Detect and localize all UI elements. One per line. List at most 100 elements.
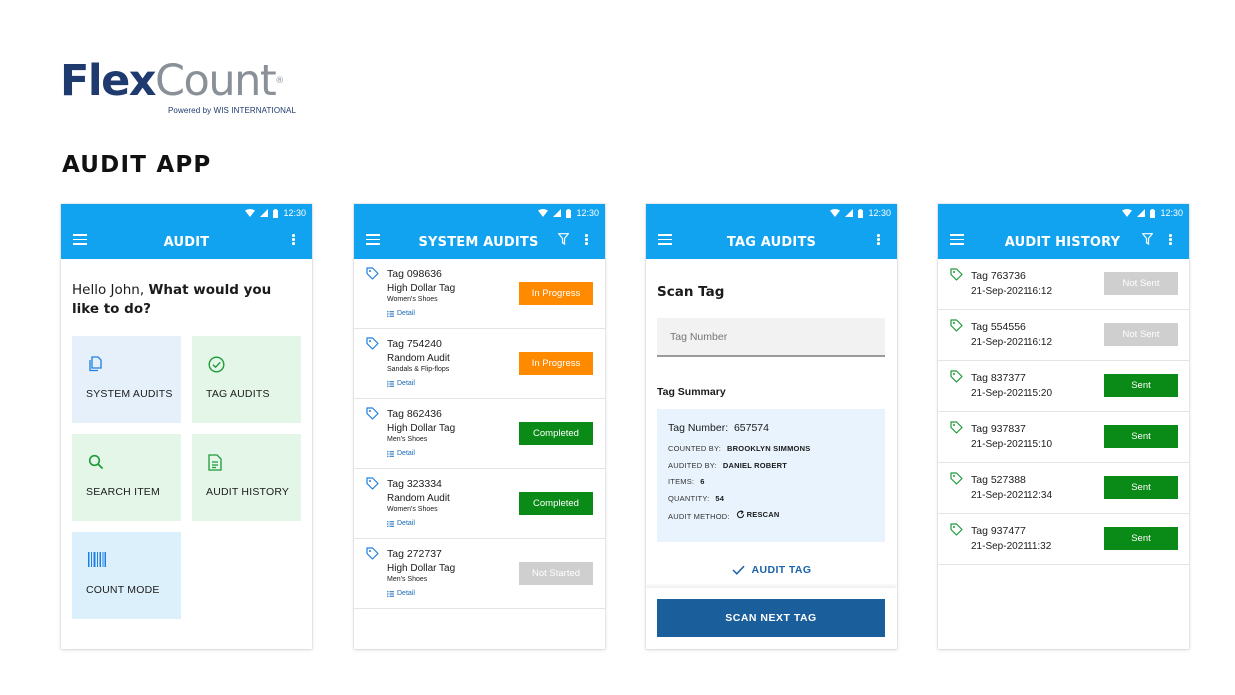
menu-icon[interactable] — [366, 234, 380, 246]
document-list-icon — [208, 454, 222, 471]
detail-label: Detail — [397, 520, 415, 527]
list-item[interactable]: Tag 837377 21-Sep-2021 15:20 Sent — [938, 361, 1189, 412]
detail-link[interactable]: Detail — [387, 310, 415, 317]
tag-number: Tag 754240 — [387, 338, 442, 350]
greeting-text: Hello John, What would you like to do? — [72, 281, 282, 319]
list-detail-icon — [387, 450, 394, 457]
audit-date: 21-Sep-2021 — [971, 439, 1029, 450]
detail-link[interactable]: Detail — [387, 520, 415, 527]
tile-label: AUDIT HISTORY — [206, 486, 290, 498]
tile-search-item[interactable]: SEARCH ITEM — [72, 434, 181, 521]
tag-summary-card: Tag Number: 657574 COUNTED BY: BROOKLYN S… — [657, 409, 885, 542]
audit-name: High Dollar Tag — [387, 563, 456, 574]
audit-category: Women's Shoes — [387, 506, 438, 513]
audit-time: 15:20 — [1027, 388, 1053, 399]
audit-category: Men's Shoes — [387, 436, 428, 443]
tile-label: COUNT MODE — [86, 584, 160, 596]
status-time: 12:30 — [1160, 208, 1183, 218]
detail-link[interactable]: Detail — [387, 450, 415, 457]
audit-name: Random Audit — [387, 353, 450, 364]
list-item[interactable]: Tag 937477 21-Sep-2021 11:32 Sent — [938, 514, 1189, 565]
tile-label: TAG AUDITS — [206, 388, 270, 400]
more-options-icon[interactable] — [1169, 234, 1173, 246]
detail-link[interactable]: Detail — [387, 590, 415, 597]
detail-link[interactable]: Detail — [387, 380, 415, 387]
list-item[interactable]: Tag 763736 21-Sep-2021 16:12 Not Sent — [938, 259, 1189, 310]
audit-method-value: RESCAN — [736, 510, 780, 519]
wifi-icon — [1122, 209, 1133, 217]
audit-time: 15:10 — [1027, 439, 1053, 450]
audit-method-row: AUDIT METHOD: RESCAN — [668, 510, 780, 521]
list-item[interactable]: Tag 098636 High Dollar Tag Women's Shoes… — [354, 259, 605, 329]
detail-label: Detail — [397, 590, 415, 597]
list-item[interactable]: Tag 527388 21-Sep-2021 12:34 Sent — [938, 463, 1189, 514]
screen-title: AUDIT HISTORY — [1004, 235, 1121, 250]
battery-icon — [1150, 208, 1156, 218]
quantity-label: QUANTITY: — [668, 494, 710, 503]
tag-icon — [366, 547, 379, 560]
more-options-icon[interactable] — [877, 234, 881, 246]
list-item[interactable]: Tag 937837 21-Sep-2021 15:10 Sent — [938, 412, 1189, 463]
list-item[interactable]: Tag 554556 21-Sep-2021 16:12 Not Sent — [938, 310, 1189, 361]
status-badge: Not Started — [519, 562, 593, 585]
document-copy-icon — [89, 356, 102, 372]
audit-time: 16:12 — [1027, 337, 1053, 348]
tile-audit-history[interactable]: AUDIT HISTORY — [192, 434, 301, 521]
more-options-icon[interactable] — [585, 234, 589, 246]
tile-tag-audits[interactable]: TAG AUDITS — [192, 336, 301, 423]
filter-icon[interactable] — [558, 233, 569, 245]
tag-icon — [950, 268, 963, 281]
items-row: ITEMS: 6 — [668, 477, 705, 486]
status-badge: Sent — [1104, 527, 1178, 550]
tile-label: SEARCH ITEM — [86, 486, 160, 498]
tile-system-audits[interactable]: SYSTEM AUDITS — [72, 336, 181, 423]
list-item[interactable]: Tag 323334 Random Audit Women's Shoes De… — [354, 469, 605, 539]
list-item[interactable]: Tag 754240 Random Audit Sandals & Flip-f… — [354, 329, 605, 399]
screen-title: TAG AUDITS — [726, 235, 817, 250]
status-bar: 12:30 — [1122, 207, 1183, 219]
audit-body: Hello John, What would you like to do? S… — [61, 259, 312, 649]
items-label: ITEMS: — [668, 477, 695, 486]
detail-label: Detail — [397, 450, 415, 457]
tag-number: Tag 554556 — [971, 321, 1026, 333]
tag-number: Tag 527388 — [971, 474, 1026, 486]
list-detail-icon — [387, 310, 394, 317]
tag-audits-body: Scan Tag Tag Summary Tag Number: 657574 … — [646, 259, 897, 649]
status-badge: Not Sent — [1104, 323, 1178, 346]
tile-label: SYSTEM AUDITS — [86, 388, 173, 400]
scan-next-tag-button[interactable]: SCAN NEXT TAG — [657, 599, 885, 637]
audit-method-label: AUDIT METHOD: — [668, 512, 730, 521]
detail-label: Detail — [397, 380, 415, 387]
tag-number: Tag 098636 — [387, 268, 442, 280]
audit-date: 21-Sep-2021 — [971, 286, 1029, 297]
tag-number: Tag 937837 — [971, 423, 1026, 435]
signal-icon — [845, 209, 854, 217]
tag-number: Tag 323334 — [387, 478, 442, 490]
battery-icon — [858, 208, 864, 218]
signal-icon — [1137, 209, 1146, 217]
filter-icon[interactable] — [1142, 233, 1153, 245]
tag-icon — [366, 477, 379, 490]
tag-number-label: Tag Number: — [668, 422, 729, 434]
audit-date: 21-Sep-2021 — [971, 388, 1029, 399]
status-badge: Not Sent — [1104, 272, 1178, 295]
quantity-value: 54 — [715, 494, 725, 503]
status-badge: Sent — [1104, 476, 1178, 499]
logo-wordmark: FlexCount® — [60, 58, 320, 104]
list-item[interactable]: Tag 862436 High Dollar Tag Men's Shoes D… — [354, 399, 605, 469]
more-options-icon[interactable] — [292, 234, 296, 246]
list-item[interactable]: Tag 272737 High Dollar Tag Men's Shoes D… — [354, 539, 605, 609]
tile-count-mode[interactable]: COUNT MODE — [72, 532, 181, 619]
audit-category: Men's Shoes — [387, 576, 428, 583]
tag-number-input[interactable] — [657, 318, 885, 357]
system-audits-list: Tag 098636 High Dollar Tag Women's Shoes… — [354, 259, 605, 649]
audit-tag-button[interactable]: AUDIT TAG — [646, 559, 897, 581]
counted-by-value: BROOKLYN SIMMONS — [727, 444, 811, 453]
summary-tag-number: Tag Number: 657574 — [668, 422, 769, 434]
status-badge: In Progress — [519, 352, 593, 375]
status-badge: Sent — [1104, 425, 1178, 448]
app-bar: 12:30 SYSTEM AUDITS — [354, 204, 605, 259]
menu-icon[interactable] — [950, 234, 964, 246]
app-bar: 12:30 AUDIT HISTORY — [938, 204, 1189, 259]
tag-icon — [950, 523, 963, 536]
